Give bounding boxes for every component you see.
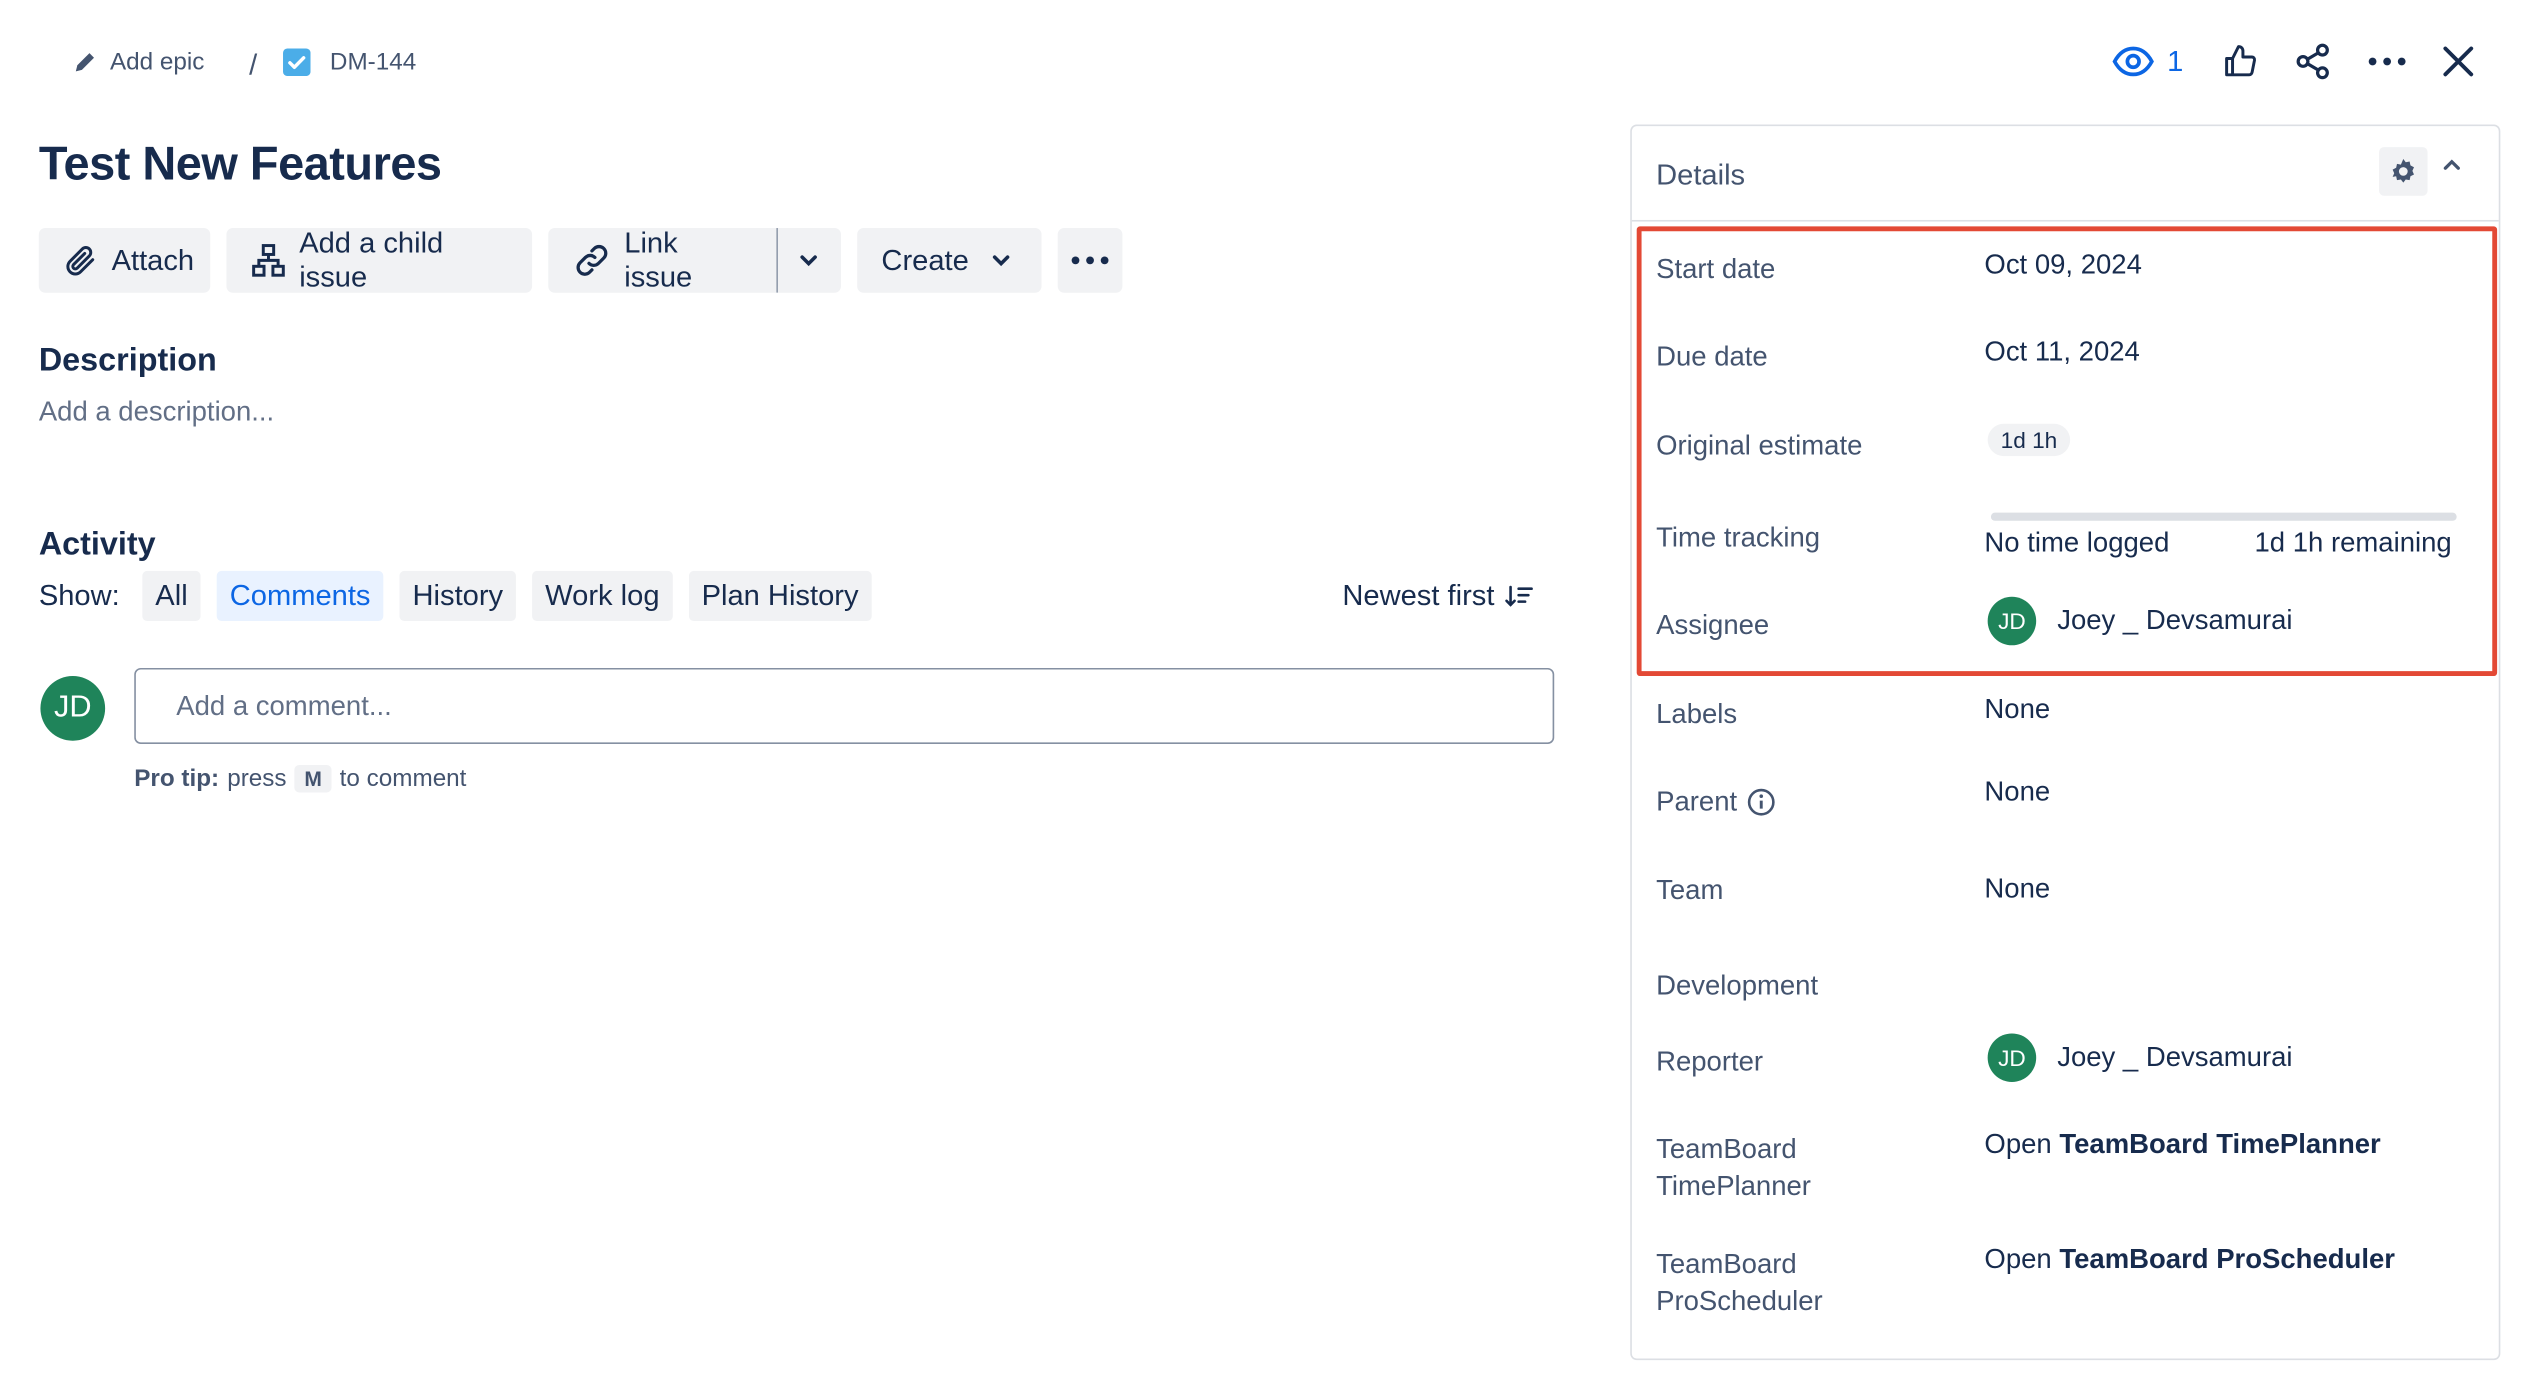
issue-key: DM-144 xyxy=(329,48,417,77)
show-label: Show: xyxy=(38,578,120,612)
breadcrumb-separator: / xyxy=(249,48,258,81)
share-icon xyxy=(2293,42,2332,81)
link-issue-dropdown[interactable] xyxy=(776,228,841,293)
timeplanner-link[interactable]: Open TeamBoard TimePlanner xyxy=(1984,1129,2380,1161)
watch-button[interactable]: 1 xyxy=(2112,44,2183,78)
vote-button[interactable] xyxy=(2222,44,2258,80)
toolbar-more-button[interactable] xyxy=(1057,228,1123,293)
link-issue-label: Link issue xyxy=(624,226,693,293)
add-child-label: Add a child issue xyxy=(299,226,444,293)
filter-work-log[interactable]: Work log xyxy=(532,570,673,622)
info-icon[interactable] xyxy=(1747,787,1776,816)
development-label: Development xyxy=(1656,970,1819,1002)
reporter-label: Reporter xyxy=(1656,1046,1764,1078)
configure-button[interactable] xyxy=(2379,147,2428,196)
chevron-up-icon xyxy=(2443,159,2460,170)
proscheduler-prefix: Open xyxy=(1984,1243,2052,1275)
team-value[interactable]: None xyxy=(1984,873,2050,905)
description-placeholder[interactable]: Add a description... xyxy=(39,396,274,428)
close-icon xyxy=(2442,45,2474,77)
paperclip-icon xyxy=(63,243,99,279)
reporter-field[interactable]: JD Joey _ Devsamurai xyxy=(1987,1033,2293,1082)
timeplanner-label-line1: TeamBoard xyxy=(1656,1133,1797,1165)
more-actions-button[interactable] xyxy=(2368,57,2407,67)
close-button[interactable] xyxy=(2442,45,2474,77)
sort-descending-icon xyxy=(1504,583,1533,609)
reporter-avatar: JD xyxy=(1987,1033,2037,1082)
description-heading: Description xyxy=(38,342,217,379)
protip-press: press xyxy=(227,764,287,793)
add-epic-label: Add epic xyxy=(109,48,205,77)
highlight-box xyxy=(1636,226,2498,677)
thumbs-up-icon xyxy=(2222,44,2258,80)
parent-label-row: Parent xyxy=(1656,783,1776,820)
create-label: Create xyxy=(881,243,969,276)
chevron-down-icon xyxy=(799,254,818,267)
add-epic-link[interactable]: Add epic xyxy=(73,48,205,77)
task-checkbox-icon xyxy=(283,48,311,77)
share-button[interactable] xyxy=(2293,42,2332,81)
link-icon xyxy=(573,243,612,279)
comment-input[interactable] xyxy=(134,667,1555,744)
chevron-down-icon xyxy=(991,254,1010,267)
proscheduler-link-text: TeamBoard ProScheduler xyxy=(2059,1243,2395,1275)
timeplanner-link-text: TeamBoard TimePlanner xyxy=(2059,1128,2381,1160)
issue-key-link[interactable]: DM-144 xyxy=(283,48,417,77)
pencil-icon xyxy=(73,50,97,74)
timeplanner-label: TeamBoard TimePlanner xyxy=(1656,1130,1811,1204)
labels-label: Labels xyxy=(1656,698,1738,730)
proscheduler-label: TeamBoard ProScheduler xyxy=(1656,1245,1823,1319)
attach-label: Attach xyxy=(111,243,195,276)
filter-plan-history[interactable]: Plan History xyxy=(688,570,872,622)
parent-value[interactable]: None xyxy=(1984,776,2050,808)
protip-rest: to comment xyxy=(339,764,467,793)
hierarchy-icon xyxy=(251,243,287,279)
protip-label: Pro tip: xyxy=(134,764,220,793)
link-issue-split-button: Link issue xyxy=(548,226,841,293)
watch-count: 1 xyxy=(2167,44,2184,77)
details-title: Details xyxy=(1656,158,1746,191)
parent-label: Parent xyxy=(1656,786,1738,817)
pro-tip: Pro tip: press M to comment xyxy=(134,764,467,793)
eye-icon xyxy=(2112,45,2154,77)
avatar: JD xyxy=(40,676,106,741)
proscheduler-link[interactable]: Open TeamBoard ProScheduler xyxy=(1984,1244,2395,1276)
proscheduler-label-line1: TeamBoard xyxy=(1656,1248,1797,1280)
gear-icon xyxy=(2389,157,2418,186)
more-horizontal-icon xyxy=(2368,57,2407,67)
timeplanner-label-line2: TimePlanner xyxy=(1656,1170,1811,1202)
issue-title[interactable]: Test New Features xyxy=(39,139,442,192)
add-child-issue-button[interactable]: Add a child issue xyxy=(226,226,533,293)
filter-comments[interactable]: Comments xyxy=(216,570,384,622)
sort-label: Newest first xyxy=(1342,578,1495,612)
timeplanner-prefix: Open xyxy=(1984,1128,2052,1160)
more-horizontal-icon xyxy=(1071,256,1110,266)
collapse-details-button[interactable] xyxy=(2441,157,2464,173)
labels-value[interactable]: None xyxy=(1984,694,2050,726)
create-dropdown-button[interactable]: Create xyxy=(857,228,1042,293)
activity-heading: Activity xyxy=(38,527,156,563)
filter-history[interactable]: History xyxy=(399,570,517,622)
sort-order-button[interactable]: Newest first xyxy=(1342,579,1533,613)
attach-button[interactable]: Attach xyxy=(38,228,211,293)
reporter-name: Joey _ Devsamurai xyxy=(2057,1041,2293,1073)
team-label: Team xyxy=(1656,874,1724,906)
proscheduler-label-line2: ProScheduler xyxy=(1656,1285,1823,1317)
filter-all[interactable]: All xyxy=(142,570,201,622)
activity-filter-row: Show: All Comments History Work log Plan… xyxy=(38,570,872,622)
protip-shortcut-key: M xyxy=(294,764,332,793)
details-header[interactable]: Details xyxy=(1631,126,2499,222)
issue-toolbar: Attach Add a child issue Link issue Crea… xyxy=(38,226,1123,293)
link-issue-button[interactable]: Link issue xyxy=(548,226,777,293)
